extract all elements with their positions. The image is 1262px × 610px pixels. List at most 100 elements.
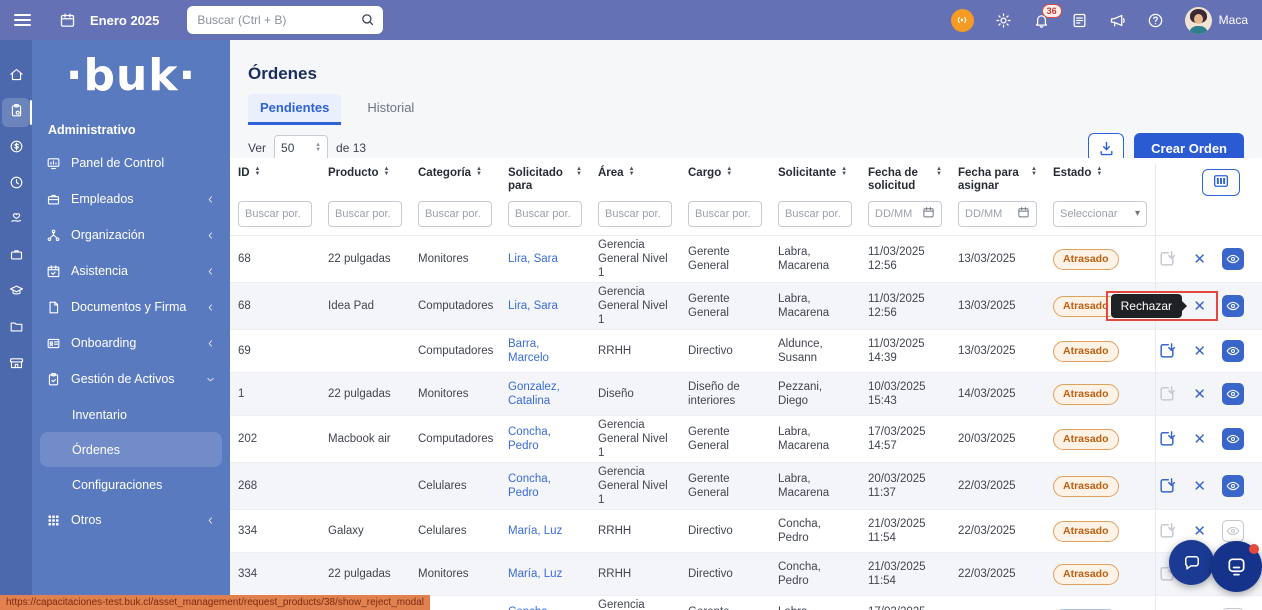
broadcast-icon[interactable] bbox=[951, 9, 974, 32]
column-header--rea[interactable]: Área▲▼ bbox=[590, 164, 680, 200]
filter-input-producto[interactable] bbox=[328, 201, 402, 227]
rail-item-marketplace-icon[interactable] bbox=[2, 350, 30, 379]
sort-icon[interactable]: ▲▼ bbox=[936, 167, 942, 177]
rail-item-home-icon[interactable] bbox=[2, 62, 30, 91]
assign-icon[interactable] bbox=[1157, 341, 1177, 361]
sort-icon[interactable]: ▲▼ bbox=[383, 167, 389, 177]
filter-cell bbox=[590, 201, 680, 235]
reject-x-icon[interactable]: ✕ bbox=[1193, 432, 1206, 447]
reject-x-icon[interactable]: ✕ bbox=[1193, 479, 1206, 494]
tab-pendientes[interactable]: Pendientes bbox=[248, 94, 341, 125]
employee-link[interactable]: Concha, Pedro bbox=[508, 606, 551, 610]
assign-icon[interactable] bbox=[1157, 476, 1177, 496]
reject-x-icon[interactable]: ✕ bbox=[1193, 344, 1206, 359]
rail-item-asset-management-icon[interactable] bbox=[2, 98, 30, 127]
filter-input-solicitado-para[interactable] bbox=[508, 201, 582, 227]
rail-item-documentos-icon[interactable] bbox=[2, 314, 30, 343]
column-header-categor-a[interactable]: Categoría▲▼ bbox=[410, 164, 500, 200]
view-eye-icon[interactable] bbox=[1222, 295, 1244, 317]
sidebar-item-organizaci-n[interactable]: Organización bbox=[32, 217, 230, 253]
chat-bubble-fab[interactable] bbox=[1169, 540, 1214, 585]
column-header-producto[interactable]: Producto▲▼ bbox=[320, 164, 410, 200]
filter-date-input[interactable]: DD/MM bbox=[958, 201, 1037, 227]
sidebar-subitem--rdenes[interactable]: Órdenes bbox=[40, 432, 222, 467]
sort-icon[interactable]: ▲▼ bbox=[255, 167, 261, 177]
filter-input-categor-a[interactable] bbox=[418, 201, 492, 227]
column-header-solicitante[interactable]: Solicitante▲▼ bbox=[770, 164, 860, 200]
user-menu[interactable]: Maca bbox=[1185, 7, 1248, 34]
search-icon[interactable] bbox=[360, 12, 375, 27]
menu-hamburger-icon[interactable] bbox=[14, 11, 31, 29]
sidebar-subitem-configuraciones[interactable]: Configuraciones bbox=[40, 467, 222, 502]
view-eye-icon[interactable] bbox=[1222, 475, 1244, 497]
rail-item-beneficios-icon[interactable] bbox=[2, 206, 30, 235]
notes-icon[interactable] bbox=[1071, 12, 1088, 29]
assign-icon[interactable] bbox=[1157, 249, 1177, 269]
column-header-solicitado-para[interactable]: Solicitado para▲▼ bbox=[500, 164, 590, 200]
sort-icon[interactable]: ▲▼ bbox=[841, 167, 847, 177]
filter-status-select[interactable]: Seleccionar▾ bbox=[1053, 201, 1147, 227]
sort-icon[interactable]: ▲▼ bbox=[1031, 167, 1037, 177]
filter-input-solicitante[interactable] bbox=[778, 201, 852, 227]
chat-widget-fab[interactable] bbox=[1211, 541, 1262, 592]
assign-icon[interactable] bbox=[1157, 384, 1177, 404]
notifications-bell-icon[interactable]: 36 bbox=[1033, 12, 1050, 29]
reject-x-icon[interactable]: ✕ bbox=[1193, 252, 1206, 267]
tab-historial[interactable]: Historial bbox=[367, 94, 414, 125]
column-settings-button[interactable] bbox=[1202, 169, 1240, 196]
reject-x-icon[interactable]: ✕ bbox=[1193, 387, 1206, 402]
column-header-fecha-de-solicitud[interactable]: Fecha de solicitud▲▼ bbox=[860, 164, 950, 200]
reject-x-icon[interactable]: ✕ bbox=[1193, 299, 1206, 314]
sort-icon[interactable]: ▲▼ bbox=[576, 167, 582, 177]
sidebar-item-documentos-y-firma[interactable]: Documentos y Firma bbox=[32, 289, 230, 325]
period-selector[interactable]: Enero 2025 bbox=[90, 13, 159, 28]
employee-link[interactable]: Lira, Sara bbox=[508, 300, 558, 312]
search-input[interactable] bbox=[187, 6, 383, 34]
help-icon[interactable] bbox=[1147, 12, 1164, 29]
rail-item-asistencia-reloj-icon[interactable] bbox=[2, 170, 30, 199]
employee-link[interactable]: Concha, Pedro bbox=[508, 426, 551, 452]
request-date: 20/03/2025 bbox=[868, 472, 942, 486]
settings-gear-icon[interactable] bbox=[995, 12, 1012, 29]
column-header-estado[interactable]: Estado▲▼ bbox=[1045, 164, 1155, 200]
sort-icon[interactable]: ▲▼ bbox=[476, 167, 482, 177]
view-eye-icon[interactable] bbox=[1222, 248, 1244, 270]
column-header-fecha-para-asignar[interactable]: Fecha para asignar▲▼ bbox=[950, 164, 1045, 200]
column-header-id[interactable]: ID▲▼ bbox=[230, 164, 320, 200]
cell-area: Diseño bbox=[590, 385, 680, 403]
sort-icon[interactable]: ▲▼ bbox=[629, 167, 635, 177]
column-header-cargo[interactable]: Cargo▲▼ bbox=[680, 164, 770, 200]
view-eye-icon[interactable] bbox=[1222, 340, 1244, 362]
sidebar-item-empleados[interactable]: Empleados bbox=[32, 181, 230, 217]
sidebar-item-panel-de-control[interactable]: Panel de Control bbox=[32, 145, 230, 181]
sidebar-item-gesti-n-de-activos[interactable]: Gestión de Activos bbox=[32, 361, 230, 397]
employee-link[interactable]: Lira, Sara bbox=[508, 253, 558, 265]
reject-x-icon[interactable]: ✕ bbox=[1193, 524, 1206, 539]
sidebar-item-asistencia[interactable]: Asistencia bbox=[32, 253, 230, 289]
filter-date-input[interactable]: DD/MM bbox=[868, 201, 942, 227]
rail-item-capacitaciones-icon[interactable] bbox=[2, 278, 30, 307]
view-eye-icon[interactable] bbox=[1222, 428, 1244, 450]
sidebar-item-onboarding[interactable]: Onboarding bbox=[32, 325, 230, 361]
sidebar-subitem-inventario[interactable]: Inventario bbox=[40, 397, 222, 432]
calendar-icon[interactable] bbox=[59, 12, 76, 29]
sort-icon[interactable]: ▲▼ bbox=[726, 167, 732, 177]
employee-link[interactable]: Barra, Marcelo bbox=[508, 338, 549, 364]
filter-input-id[interactable] bbox=[238, 201, 312, 227]
assign-icon[interactable] bbox=[1157, 521, 1177, 541]
filter-input-cargo[interactable] bbox=[688, 201, 762, 227]
status-badge: Atrasado bbox=[1053, 384, 1119, 405]
rail-item-remuneraciones-icon[interactable] bbox=[2, 134, 30, 163]
announcements-megaphone-icon[interactable] bbox=[1109, 12, 1126, 29]
employee-link[interactable]: Concha, Pedro bbox=[508, 473, 551, 499]
employee-link[interactable]: María, Luz bbox=[508, 568, 562, 580]
assign-icon[interactable] bbox=[1157, 429, 1177, 449]
employee-link[interactable]: Gonzalez, Catalina bbox=[508, 381, 560, 407]
view-eye-icon[interactable] bbox=[1222, 520, 1244, 542]
view-eye-icon[interactable] bbox=[1222, 383, 1244, 405]
employee-link[interactable]: María, Luz bbox=[508, 525, 562, 537]
rail-item-reclutamiento-icon[interactable] bbox=[2, 242, 30, 271]
sort-icon[interactable]: ▲▼ bbox=[1096, 167, 1102, 177]
sidebar-item-otros[interactable]: Otros bbox=[32, 502, 230, 538]
filter-input--rea[interactable] bbox=[598, 201, 672, 227]
